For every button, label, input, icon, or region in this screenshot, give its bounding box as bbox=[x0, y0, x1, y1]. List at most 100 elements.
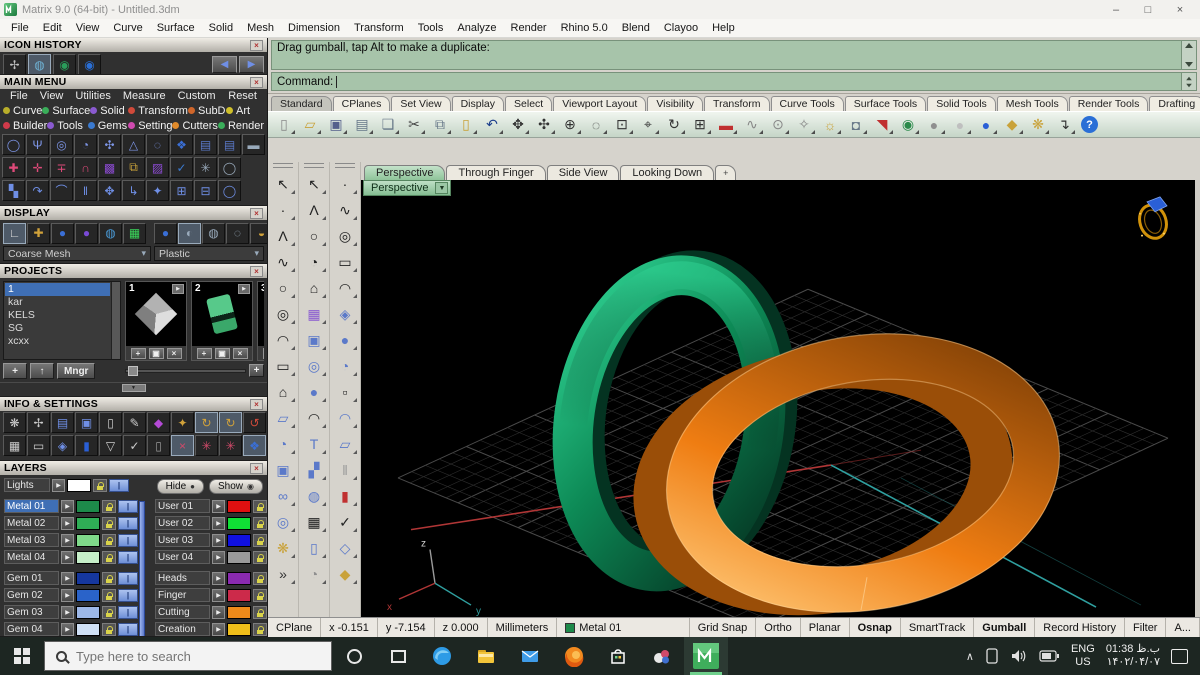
help-icon[interactable]: ? bbox=[1081, 116, 1098, 133]
close-icon[interactable]: × bbox=[250, 398, 263, 410]
status-units[interactable]: Millimeters bbox=[488, 618, 558, 637]
command-history[interactable]: Drag gumball, tap Alt to make a duplicat… bbox=[271, 40, 1197, 70]
band-ring-icon[interactable]: ◎ bbox=[50, 134, 73, 155]
history-forward-icon[interactable]: ▶ bbox=[239, 56, 264, 73]
status-z-coordinate[interactable]: z 0.000 bbox=[435, 618, 488, 637]
flag-icon[interactable]: ◥ bbox=[870, 113, 894, 136]
close-icon[interactable]: × bbox=[250, 39, 263, 51]
main-menu-item[interactable]: Reset bbox=[222, 90, 263, 102]
close-button[interactable]: × bbox=[1164, 1, 1196, 19]
menu-item[interactable]: Transform bbox=[347, 22, 411, 34]
splitter-icon[interactable]: ✣ bbox=[98, 134, 121, 155]
menu-item[interactable]: Edit bbox=[36, 22, 69, 34]
layer-color-swatch[interactable] bbox=[227, 605, 251, 619]
arc-pie-icon[interactable]: ◔ bbox=[301, 249, 328, 275]
layer-expand-icon[interactable]: ▶ bbox=[61, 588, 74, 602]
layout-grid-icon[interactable]: ▦ bbox=[3, 435, 26, 456]
shank-icon[interactable]: ◔ bbox=[74, 134, 97, 155]
toolbar-tab[interactable]: Viewport Layout bbox=[553, 96, 647, 111]
ground-grid-icon[interactable]: ▦ bbox=[123, 222, 146, 244]
layer-row-metal-03[interactable]: Metal 03 ▶ | bbox=[4, 533, 138, 547]
rect3-icon[interactable]: ▭ bbox=[332, 249, 359, 275]
circle2-icon[interactable]: ○ bbox=[301, 223, 328, 249]
layer-expand-icon[interactable]: ▶ bbox=[212, 550, 225, 564]
sphere3-icon[interactable]: ● bbox=[332, 327, 359, 353]
point-icon[interactable]: · bbox=[270, 197, 297, 223]
layer-color-swatch[interactable] bbox=[227, 571, 251, 585]
layer-row-lights[interactable]: Lights ▶ | bbox=[4, 478, 129, 492]
prongs-icon[interactable]: Ψ bbox=[26, 134, 49, 155]
layer-color-swatch[interactable] bbox=[76, 622, 100, 636]
catalog-icon[interactable]: ▤ bbox=[218, 134, 241, 155]
toolbar-tab[interactable]: Set View bbox=[391, 96, 451, 111]
status-osnap[interactable]: Osnap bbox=[850, 618, 901, 637]
layer-expand-icon[interactable]: ▶ bbox=[61, 622, 74, 636]
minimize-button[interactable]: – bbox=[1100, 1, 1132, 19]
boolean-icon[interactable]: ◍ bbox=[301, 483, 328, 509]
layer-color-swatch[interactable] bbox=[76, 499, 100, 513]
layer-lock-icon[interactable] bbox=[102, 605, 116, 619]
layer-expand-icon[interactable]: ▶ bbox=[212, 533, 225, 547]
figure-a-icon[interactable]: ✳ bbox=[195, 435, 218, 456]
layer-lock-icon[interactable] bbox=[102, 588, 116, 602]
project-thumbnail-1[interactable]: 1 ▶ + ▣ × bbox=[125, 281, 187, 361]
layer-expand-icon[interactable]: ▶ bbox=[61, 516, 74, 530]
history-swirl-icon[interactable]: ◉ bbox=[53, 54, 76, 74]
viewport-3d[interactable]: Perspective ▼ z x y bbox=[361, 180, 1200, 617]
layer-row-gem-01[interactable]: Gem 01 ▶ | bbox=[4, 571, 138, 585]
slider-handle[interactable] bbox=[128, 365, 138, 376]
artistic-mode-icon[interactable]: ◒ bbox=[250, 222, 267, 244]
command-spinner[interactable] bbox=[1181, 73, 1196, 90]
layer-visibility-button[interactable]: | bbox=[118, 588, 138, 602]
command-input[interactable]: Command: bbox=[271, 72, 1197, 91]
add-gem-icon[interactable]: ✚ bbox=[2, 157, 25, 178]
clock[interactable]: 01:38 ب.ظ ۱۴۰۲/۰۴/۰۷ bbox=[1106, 643, 1160, 669]
category-item[interactable]: Tools bbox=[47, 118, 87, 133]
zoom-window-icon[interactable]: ⊡ bbox=[610, 113, 634, 136]
frame-icon[interactable]: ⊞ bbox=[170, 180, 193, 201]
toolbar-drag-handle[interactable] bbox=[273, 163, 293, 168]
layer-row-user-01[interactable]: User 01 ▶ | bbox=[155, 499, 267, 513]
project-list-scrollbar[interactable] bbox=[111, 282, 120, 359]
wrench-icon[interactable]: ✢ bbox=[27, 412, 50, 433]
ring-silver-icon[interactable]: ◯ bbox=[218, 157, 241, 178]
layer-expand-icon[interactable]: ▶ bbox=[212, 588, 225, 602]
thumbnail-menu-icon[interactable]: ▶ bbox=[238, 284, 250, 294]
blend-arc-icon[interactable]: ◠ bbox=[301, 405, 328, 431]
history-back-icon[interactable]: ◀ bbox=[212, 56, 237, 73]
category-item[interactable]: SubD bbox=[188, 103, 226, 118]
layer-color-swatch[interactable] bbox=[227, 516, 251, 530]
circle-icon[interactable]: ⊙ bbox=[766, 113, 790, 136]
status-ortho[interactable]: Ortho bbox=[756, 618, 801, 637]
gem-cone-icon[interactable]: △ bbox=[122, 134, 145, 155]
layer-color-swatch[interactable] bbox=[67, 478, 91, 492]
thumbnail-zoom-button[interactable]: + bbox=[249, 364, 264, 377]
layer-visibility-button[interactable]: | bbox=[118, 571, 138, 585]
project-list-item[interactable]: 1 bbox=[5, 283, 110, 296]
category-item[interactable]: Solid bbox=[90, 103, 128, 118]
wireframe-mode-icon[interactable]: ◍ bbox=[202, 222, 225, 244]
toolbar-tab[interactable]: CPlanes bbox=[332, 96, 391, 111]
torus-icon[interactable]: ◎ bbox=[270, 509, 297, 535]
start-button[interactable] bbox=[0, 637, 44, 675]
toolbar-tab[interactable]: Select bbox=[505, 96, 553, 111]
layer-row-cutting[interactable]: Cutting ▶ | bbox=[155, 605, 267, 619]
taskbar-search[interactable] bbox=[44, 641, 332, 671]
layer-row-user-03[interactable]: User 03 ▶ | bbox=[155, 533, 267, 547]
layer-row-gem-03[interactable]: Gem 03 ▶ | bbox=[4, 605, 138, 619]
layer-lock-icon[interactable] bbox=[102, 533, 116, 547]
autosave-icon[interactable]: ↻ bbox=[195, 412, 218, 433]
layer-expand-icon[interactable]: ▶ bbox=[212, 622, 225, 636]
language-indicator[interactable]: ENG US bbox=[1071, 643, 1095, 669]
menu-item[interactable]: View bbox=[69, 22, 107, 34]
book-icon[interactable]: ▮ bbox=[75, 435, 98, 456]
task-view-button[interactable] bbox=[376, 637, 420, 675]
menu-item[interactable]: Tools bbox=[411, 22, 451, 34]
surface-icon[interactable]: ▱ bbox=[270, 405, 297, 431]
layer-expand-icon[interactable]: ▶ bbox=[61, 533, 74, 547]
command-scrollbar[interactable] bbox=[1181, 41, 1196, 69]
thumbnail-delete-icon[interactable]: × bbox=[232, 347, 248, 359]
gem-icon[interactable]: ◆ bbox=[1000, 113, 1024, 136]
library-icon[interactable]: ▤ bbox=[194, 134, 217, 155]
project-list[interactable]: 1 kar KELS SG xcxx bbox=[3, 281, 121, 360]
